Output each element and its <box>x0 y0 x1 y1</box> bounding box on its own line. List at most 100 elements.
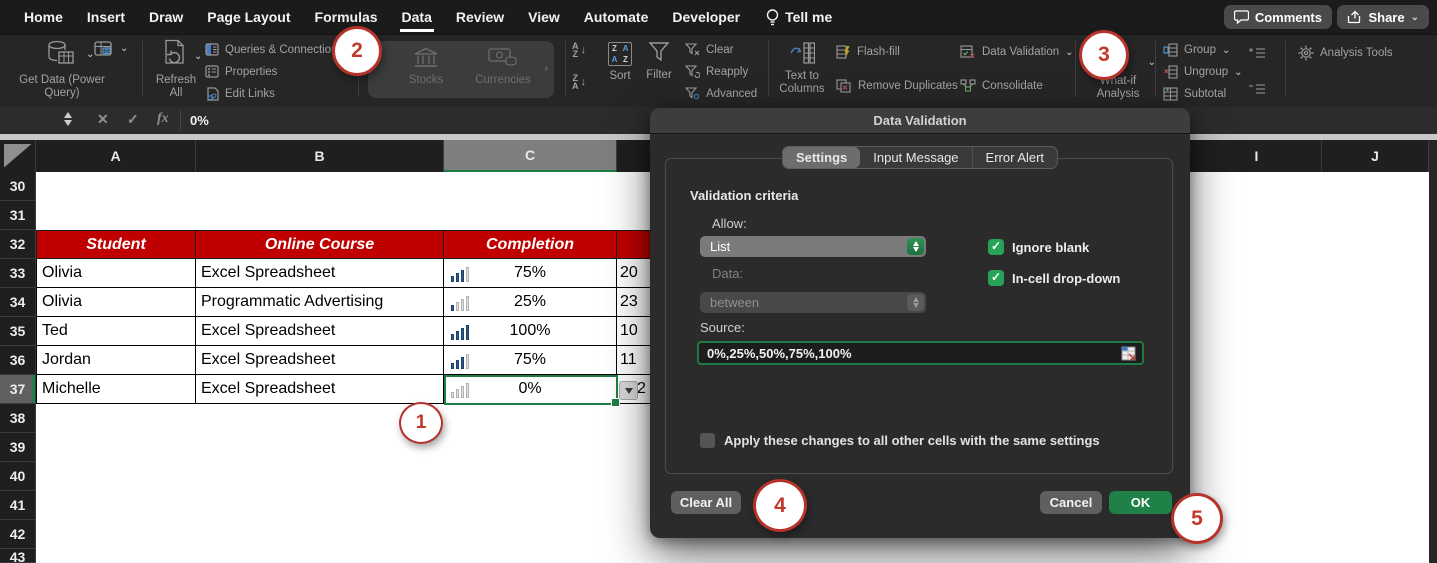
menu-page-layout[interactable]: Page Layout <box>205 3 292 32</box>
stocks-button[interactable]: Stocks <box>396 47 456 87</box>
cell-a33[interactable]: Olivia <box>36 259 196 288</box>
from-picture-button[interactable]: ⌄ <box>94 41 116 64</box>
name-box-stepper[interactable] <box>64 112 72 126</box>
cell-a34[interactable]: Olivia <box>36 288 196 317</box>
clear-all-button[interactable]: Clear All <box>671 491 741 514</box>
row-header-36[interactable]: 36 <box>0 346 36 375</box>
incell-dropdown-checkbox[interactable] <box>988 270 1004 286</box>
show-detail-button[interactable] <box>1248 47 1266 59</box>
row-header-37[interactable]: 37 <box>0 375 36 404</box>
share-button[interactable]: Share ⌄ <box>1337 5 1429 29</box>
tell-me[interactable]: Tell me <box>766 9 832 26</box>
row-header-32[interactable]: 32 <box>0 230 36 259</box>
cell-b36[interactable]: Excel Spreadsheet <box>196 346 444 375</box>
menu-data[interactable]: Data <box>400 3 434 32</box>
cancel-entry-icon[interactable]: ✕ <box>97 111 109 128</box>
table-header-student[interactable]: Student <box>36 230 196 259</box>
analysis-tools-button[interactable]: Analysis Tools <box>1298 45 1393 61</box>
refresh-all-button[interactable]: ⌄ Refresh All <box>150 39 202 100</box>
data-validation-button[interactable]: Data Validation ⌄ <box>960 45 1074 59</box>
menu-review[interactable]: Review <box>454 3 506 32</box>
chevron-down-icon: ⌄ <box>120 43 128 54</box>
cell-a36[interactable]: Jordan <box>36 346 196 375</box>
flash-fill-button[interactable]: Flash-fill <box>836 45 900 59</box>
queries-connections-button[interactable]: Queries & Connections <box>205 43 343 56</box>
source-input[interactable]: 0%,25%,50%,75%,100% <box>697 341 1144 365</box>
text-to-columns-button[interactable]: Text to Columns <box>778 41 826 96</box>
table-header-completion[interactable]: Completion <box>444 230 617 259</box>
sort-descending-button[interactable]: ZA ↓ <box>572 74 586 90</box>
menu-home[interactable]: Home <box>22 3 65 32</box>
tab-error-alert[interactable]: Error Alert <box>972 147 1058 168</box>
formula-bar-value[interactable]: 0% <box>190 113 209 128</box>
arrow-down-icon: ↓ <box>581 44 587 56</box>
row-header-41[interactable]: 41 <box>0 491 36 520</box>
cell-c36[interactable]: 75% <box>444 346 617 375</box>
dialog-title[interactable]: Data Validation <box>650 108 1190 134</box>
column-header-b[interactable]: B <box>196 140 444 172</box>
row-header-39[interactable]: 39 <box>0 433 36 462</box>
row-header-43[interactable]: 43 <box>0 549 36 563</box>
remove-duplicates-button[interactable]: Remove Duplicates <box>836 79 958 93</box>
cell-b34[interactable]: Programmatic Advertising <box>196 288 444 317</box>
range-picker-icon[interactable] <box>1121 346 1136 361</box>
cell-c35[interactable]: 100% <box>444 317 617 346</box>
cell-a37[interactable]: Michelle <box>36 375 196 404</box>
gallery-more-icon[interactable]: › <box>545 63 548 74</box>
cancel-button[interactable]: Cancel <box>1040 491 1102 514</box>
filter-button[interactable]: Filter <box>641 40 677 82</box>
text-to-columns-icon <box>789 41 815 65</box>
allow-dropdown[interactable]: List <box>700 236 926 257</box>
ignore-blank-checkbox[interactable] <box>988 239 1004 255</box>
apply-changes-checkbox[interactable] <box>700 433 715 448</box>
currencies-button[interactable]: Currencies <box>468 47 538 87</box>
insert-function-icon[interactable]: fx <box>157 111 169 127</box>
in-cell-dropdown-button[interactable] <box>619 381 638 400</box>
sort-button[interactable]: ZA AZ Sort <box>603 42 637 83</box>
clear-filter-button[interactable]: Clear <box>685 43 733 56</box>
sort-ascending-button[interactable]: AZ ↓ <box>572 42 586 58</box>
advanced-filter-button[interactable]: Advanced <box>685 87 757 100</box>
select-all-corner[interactable] <box>0 140 36 172</box>
row-header-40[interactable]: 40 <box>0 462 36 491</box>
ungroup-button[interactable]: Ungroup ⌄ <box>1163 65 1243 79</box>
cell-c37-selected[interactable]: 0% <box>444 375 617 404</box>
cell-c34[interactable]: 25% <box>444 288 617 317</box>
column-header-i[interactable]: I <box>1192 140 1322 172</box>
consolidate-button[interactable]: Consolidate <box>960 79 1043 93</box>
hide-detail-button[interactable] <box>1248 83 1266 95</box>
funnel-refresh-icon <box>685 65 700 78</box>
menu-draw[interactable]: Draw <box>147 3 185 32</box>
tab-input-message[interactable]: Input Message <box>860 147 971 168</box>
row-header-35[interactable]: 35 <box>0 317 36 346</box>
confirm-entry-icon[interactable]: ✓ <box>127 111 139 128</box>
menu-view[interactable]: View <box>526 3 562 32</box>
cell-b35[interactable]: Excel Spreadsheet <box>196 317 444 346</box>
edit-links-button[interactable]: Edit Links <box>205 87 275 101</box>
cell-b37[interactable]: Excel Spreadsheet <box>196 375 444 404</box>
cell-c33[interactable]: 75% <box>444 259 617 288</box>
row-header-31[interactable]: 31 <box>0 201 36 230</box>
properties-button[interactable]: Properties <box>205 65 277 78</box>
tab-settings[interactable]: Settings <box>783 147 860 168</box>
column-header-c[interactable]: C <box>444 140 617 172</box>
table-header-course[interactable]: Online Course <box>196 230 444 259</box>
row-header-30[interactable]: 30 <box>0 172 36 201</box>
menu-developer[interactable]: Developer <box>670 3 742 32</box>
cell-b33[interactable]: Excel Spreadsheet <box>196 259 444 288</box>
reapply-filter-button[interactable]: Reapply <box>685 65 748 78</box>
row-header-34[interactable]: 34 <box>0 288 36 317</box>
comments-button[interactable]: Comments <box>1224 5 1332 29</box>
menu-automate[interactable]: Automate <box>582 3 651 32</box>
row-header-33[interactable]: 33 <box>0 259 36 288</box>
cell-a35[interactable]: Ted <box>36 317 196 346</box>
group-button[interactable]: Group ⌄ <box>1163 43 1230 57</box>
ok-button[interactable]: OK <box>1109 491 1172 514</box>
column-header-j[interactable]: J <box>1322 140 1429 172</box>
row-header-42[interactable]: 42 <box>0 520 36 549</box>
subtotal-button[interactable]: Subtotal <box>1163 87 1226 101</box>
chevron-down-icon: ⌄ <box>1065 47 1073 58</box>
menu-insert[interactable]: Insert <box>85 3 127 32</box>
column-header-a[interactable]: A <box>36 140 196 172</box>
row-header-38[interactable]: 38 <box>0 404 36 433</box>
